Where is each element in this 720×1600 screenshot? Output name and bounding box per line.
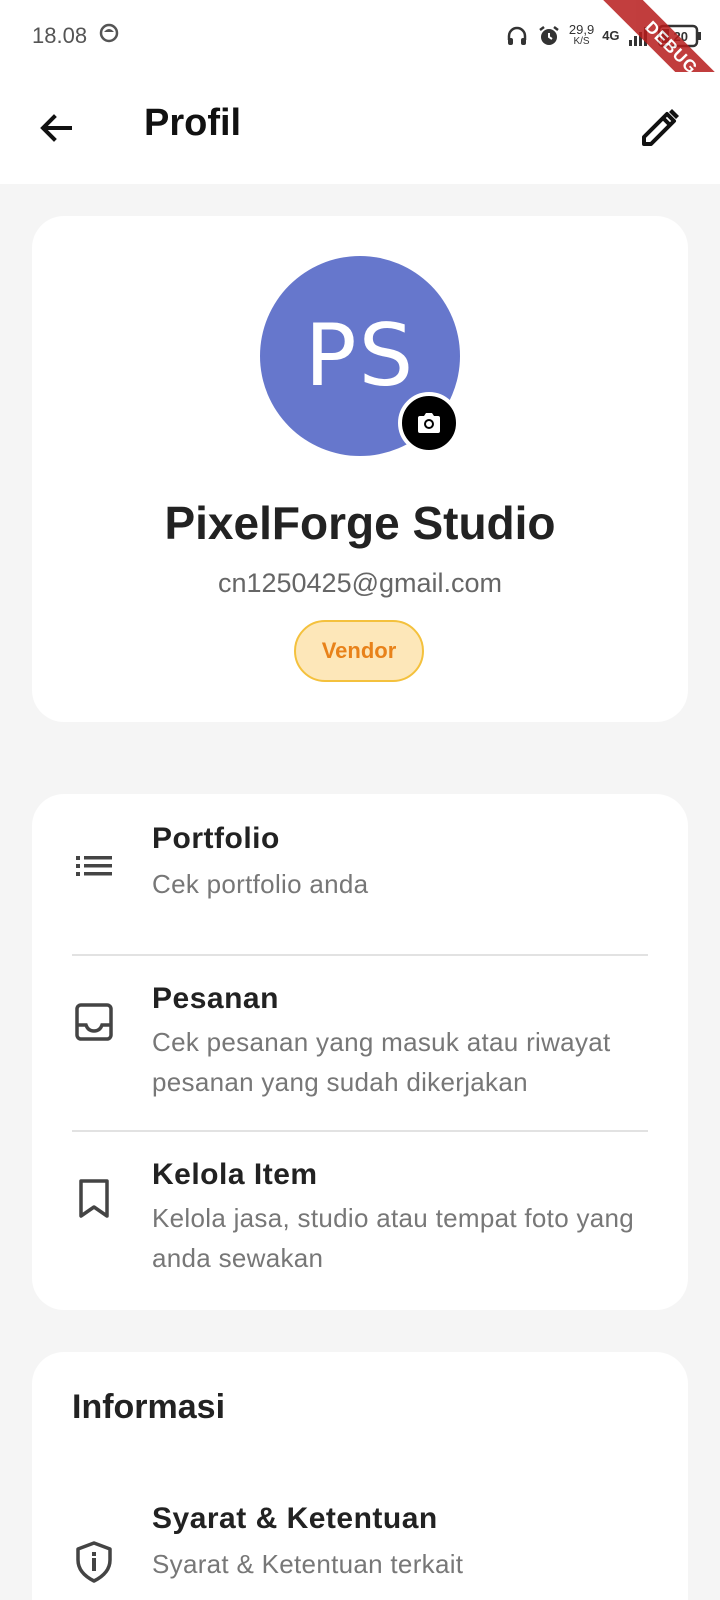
profile-name: PixelForge Studio <box>164 497 556 549</box>
edit-profile-button[interactable] <box>638 106 682 150</box>
status-time: 18.08 <box>32 23 88 48</box>
section-title: Informasi <box>72 1388 226 1426</box>
headphones-icon <box>505 24 529 48</box>
shield-info-icon <box>76 1541 112 1583</box>
notification-icon <box>99 23 119 49</box>
menu-item-subtitle: Cek pesanan yang masuk atau riwayat pesa… <box>152 1027 611 1097</box>
arrow-back-icon <box>40 114 72 142</box>
menu-item-subtitle: Kelola jasa, studio atau tempat foto yan… <box>152 1203 635 1273</box>
back-button[interactable] <box>36 108 76 148</box>
avatar-initials: PS <box>304 306 416 406</box>
menu-item-pesanan[interactable]: Pesanan Cek pesanan yang masuk atau riwa… <box>32 956 688 1132</box>
menu-item-subtitle: Cek portfolio anda <box>152 869 369 899</box>
menu-item-syarat-ketentuan[interactable]: Syarat & Ketentuan Syarat & Ketentuan te… <box>32 1480 688 1600</box>
change-photo-button[interactable] <box>398 392 460 454</box>
menu-item-title: Portfolio <box>152 822 280 855</box>
menu-item-title: Syarat & Ketentuan <box>152 1502 438 1535</box>
role-badge: Vendor <box>294 620 424 682</box>
menu-item-title: Kelola Item <box>152 1158 318 1191</box>
pencil-edit-icon <box>642 109 679 146</box>
camera-icon <box>418 413 440 433</box>
list-icon <box>76 856 112 876</box>
net-speed-unit: K/S <box>573 36 590 47</box>
page-title: Profil <box>144 102 242 144</box>
net-speed: 29,9 K/S <box>568 22 595 48</box>
alarm-icon <box>537 24 561 48</box>
profile-email: cn1250425@gmail.com <box>217 568 503 598</box>
signal-icon <box>628 25 650 47</box>
battery-icon: 20 <box>657 24 701 48</box>
profile-card: PS PixelForge Studio cn1250425@gmail.com… <box>32 216 688 722</box>
status-bar: 18.08 29,9 K/S 4G 20 <box>0 0 720 72</box>
inbox-icon <box>75 1003 113 1041</box>
menu-item-portfolio[interactable]: Portfolio Cek portfolio anda <box>32 794 688 940</box>
menu-item-subtitle: Syarat & Ketentuan terkait <box>152 1549 464 1579</box>
menu-card: Portfolio Cek portfolio anda Pesanan Cek… <box>32 794 688 1310</box>
menu-item-kelola-item[interactable]: Kelola Item Kelola jasa, studio atau tem… <box>32 1132 688 1310</box>
battery-level: 20 <box>673 28 688 44</box>
bookmark-icon <box>79 1179 109 1218</box>
net-speed-value: 29,9 <box>568 22 595 37</box>
app-bar: Profil <box>0 72 720 184</box>
menu-item-title: Pesanan <box>152 982 279 1015</box>
info-card: Informasi Syarat & Ketentuan Syarat & Ke… <box>32 1352 688 1600</box>
network-type: 4G <box>602 28 620 43</box>
